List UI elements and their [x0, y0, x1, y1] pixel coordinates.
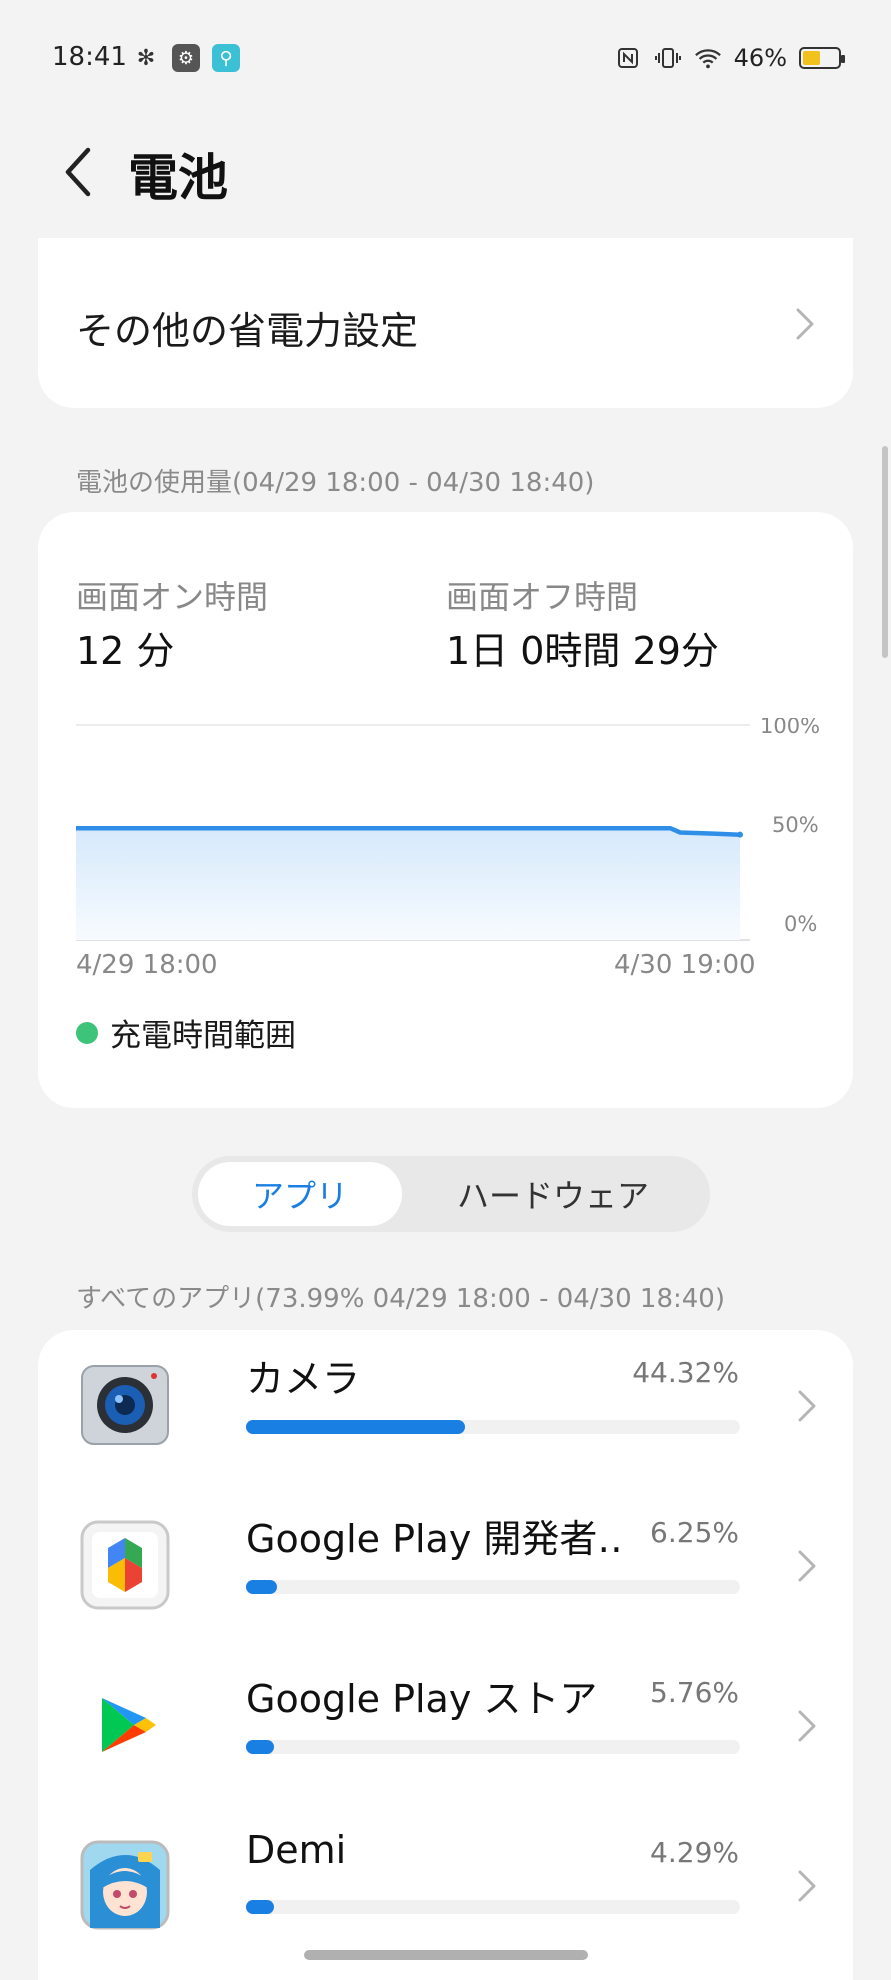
google-play-services-icon	[80, 1520, 170, 1610]
usage-end-dot	[737, 831, 743, 838]
usage-bar	[246, 1580, 740, 1594]
list-item[interactable]: カメラ 44.32%	[38, 1330, 853, 1490]
list-item[interactable]: Google Play ストア 5.76%	[38, 1650, 853, 1810]
chevron-left-icon[interactable]	[58, 144, 98, 200]
usage-bar-fill	[246, 1900, 274, 1914]
usage-bar-fill	[246, 1740, 275, 1754]
app-percent: 4.29%	[650, 1836, 739, 1869]
page-title: 電池	[128, 149, 228, 207]
fan-icon: ✻	[136, 45, 156, 71]
y-tick-0: 0%	[784, 912, 817, 936]
usb-icon: ⚲	[212, 44, 240, 72]
usage-area	[76, 828, 740, 940]
screen-off-label: 画面オフ時間	[446, 578, 639, 616]
chevron-right-icon	[798, 1870, 816, 1902]
list-item[interactable]: Google Play 開発者‥ 6.25%	[38, 1490, 853, 1650]
app-name: カメラ	[246, 1357, 361, 1401]
google-play-store-icon	[80, 1680, 170, 1770]
scrollbar[interactable]	[882, 446, 888, 658]
usage-bar-fill	[246, 1420, 465, 1434]
y-tick-100: 100%	[760, 718, 820, 738]
nfc-icon	[614, 44, 642, 72]
app-percent: 6.25%	[650, 1516, 739, 1549]
chevron-right-icon	[798, 1710, 816, 1742]
apps-caption: すべてのアプリ(73.99% 04/29 18:00 - 04/30 18:40…	[76, 1284, 725, 1314]
vibrate-icon	[654, 44, 682, 72]
x-tick-start: 4/29 18:00	[76, 950, 218, 980]
battery-percent: 46%	[733, 44, 787, 72]
camera-app-icon	[80, 1360, 170, 1450]
power-settings-label: その他の省電力設定	[76, 309, 419, 353]
tab-apps[interactable]: アプリ	[198, 1162, 402, 1226]
apps-list: カメラ 44.32% Google Play 開発者‥ 6.25% Google…	[38, 1330, 853, 1980]
app-name: Demi	[246, 1828, 347, 1872]
status-time: 18:41	[52, 42, 127, 72]
usage-bar	[246, 1420, 740, 1434]
segmented-control: アプリ ハードウェア	[192, 1156, 710, 1232]
power-settings-row[interactable]: その他の省電力設定	[38, 238, 853, 408]
list-item[interactable]: Demi 4.29%	[38, 1810, 853, 1970]
chevron-right-icon	[798, 1550, 816, 1582]
battery-icon	[799, 47, 845, 69]
demi-app-icon	[80, 1840, 170, 1930]
screen-on-label: 画面オン時間	[76, 578, 269, 616]
app-name: Google Play ストア	[246, 1677, 598, 1721]
app-percent: 5.76%	[650, 1676, 739, 1709]
status-bar: 18:41 ✻ ⚙ ⚲ 46%	[0, 0, 891, 118]
header: 電池	[0, 130, 891, 220]
x-tick-end: 4/30 19:00	[614, 950, 756, 980]
battery-fill	[803, 51, 821, 65]
usage-bar	[246, 1740, 740, 1754]
usage-bar	[246, 1900, 740, 1914]
usage-bar-fill	[246, 1580, 277, 1594]
app-name: Google Play 開発者‥	[246, 1517, 623, 1561]
chart-legend: 充電時間範囲	[76, 1010, 296, 1055]
status-right-icons: 46%	[614, 44, 845, 72]
tab-hardware[interactable]: ハードウェア	[402, 1162, 704, 1226]
screen-on-value: 12 分	[76, 629, 175, 673]
y-tick-50: 50%	[772, 813, 819, 837]
battery-chart: 100% 50% 0%	[76, 718, 820, 941]
home-indicator[interactable]	[304, 1950, 588, 1960]
wifi-icon	[694, 44, 722, 72]
chevron-right-icon	[796, 308, 814, 340]
app-percent: 44.32%	[632, 1356, 739, 1389]
legend-dot	[76, 1021, 98, 1044]
status-left-icons: ✻ ⚙ ⚲	[132, 44, 240, 72]
screen-off-value: 1日 0時間 29分	[446, 629, 719, 673]
battery-nub	[841, 55, 845, 63]
chevron-right-icon	[798, 1390, 816, 1422]
gear-icon: ⚙	[172, 44, 200, 72]
legend-label: 充電時間範囲	[110, 1018, 296, 1054]
usage-caption: 電池の使用量(04/29 18:00 - 04/30 18:40)	[76, 468, 595, 498]
